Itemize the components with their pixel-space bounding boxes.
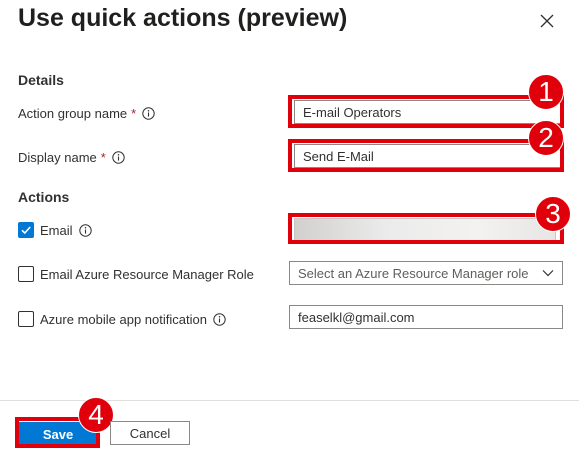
display-name-label: Display name * (18, 150, 125, 165)
checkmark-icon (21, 226, 31, 235)
annotation-badge-3: 3 (535, 196, 571, 232)
close-button[interactable] (534, 8, 560, 34)
actions-heading: Actions (18, 189, 70, 205)
panel-title: Use quick actions (preview) (18, 4, 348, 32)
email-label: Email (40, 223, 92, 238)
action-group-name-label-text: Action group name (18, 106, 128, 121)
arm-role-label: Email Azure Resource Manager Role (40, 267, 254, 282)
highlight-box-3 (288, 213, 564, 244)
details-heading: Details (18, 72, 64, 88)
action-group-name-label: Action group name * (18, 106, 155, 121)
info-icon[interactable] (142, 107, 155, 120)
annotation-badge-1: 1 (528, 74, 564, 110)
mobile-notification-checkbox[interactable] (18, 311, 34, 327)
arm-role-dropdown[interactable]: Select an Azure Resource Manager role (289, 261, 563, 285)
email-checkbox[interactable] (18, 222, 34, 238)
mobile-email-input[interactable]: feaselkl@gmail.com (289, 305, 563, 329)
required-marker: * (131, 106, 137, 121)
info-icon[interactable] (213, 313, 226, 326)
required-marker: * (100, 150, 106, 165)
annotation-badge-2: 2 (528, 120, 564, 156)
close-icon (540, 14, 554, 28)
mobile-notification-label-text: Azure mobile app notification (40, 312, 207, 327)
arm-role-dropdown-placeholder: Select an Azure Resource Manager role (298, 265, 529, 281)
info-icon[interactable] (112, 151, 125, 164)
chevron-down-icon (542, 270, 554, 277)
annotation-badge-4: 4 (78, 397, 114, 433)
cancel-button[interactable]: Cancel (110, 421, 190, 445)
arm-role-checkbox[interactable] (18, 266, 34, 282)
mobile-notification-label: Azure mobile app notification (40, 312, 226, 327)
highlight-box-1 (288, 95, 564, 128)
display-name-label-text: Display name (18, 150, 97, 165)
highlight-box-2 (288, 139, 564, 172)
email-label-text: Email (40, 223, 73, 238)
info-icon[interactable] (78, 224, 92, 237)
